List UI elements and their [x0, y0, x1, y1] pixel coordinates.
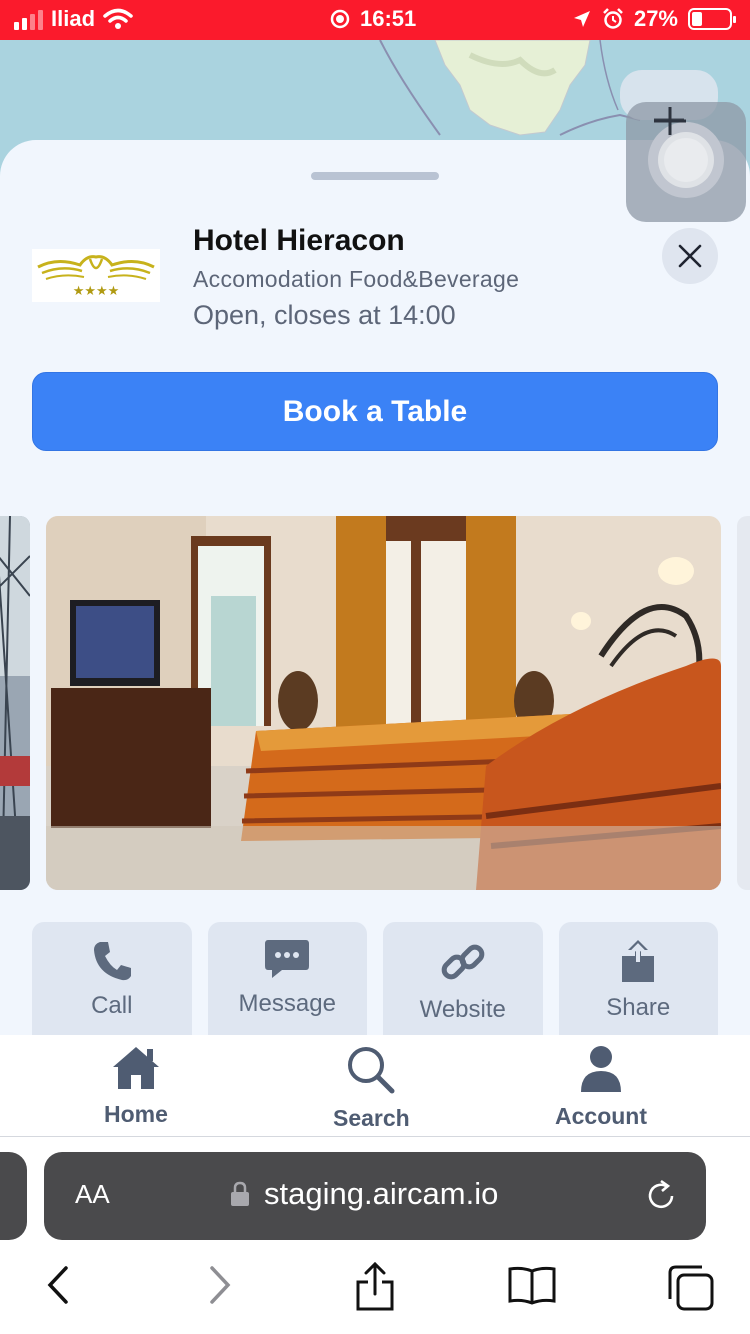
clock: 16:51 [360, 6, 417, 31]
search-icon [348, 1047, 395, 1094]
place-categories: Accomodation Food&Beverage [193, 266, 520, 292]
battery-fill [692, 12, 702, 26]
tab-search-label: Search [333, 1105, 410, 1131]
status-center: 16:51 [330, 6, 416, 32]
hotel-logo: ★★★★ [32, 249, 160, 302]
tab-account[interactable]: Account [555, 1045, 647, 1130]
action-buttons: Call Message Website Share [32, 922, 718, 1038]
carousel-photo-hotel-room[interactable] [46, 516, 721, 890]
account-icon [581, 1046, 621, 1092]
status-left: Iliad [14, 6, 133, 32]
call-label: Call [91, 992, 133, 1019]
home-icon [112, 1047, 159, 1089]
address-bar[interactable]: AA staging.aircam.io [44, 1152, 706, 1240]
website-button[interactable]: Website [383, 922, 543, 1038]
wifi-icon [103, 8, 133, 29]
carousel-next-photo[interactable] [737, 516, 750, 890]
website-label: Website [419, 996, 506, 1023]
tabs-icon[interactable] [666, 1265, 714, 1311]
close-icon [678, 244, 702, 268]
signal-icon [14, 8, 43, 30]
safari-toolbar: AA staging.aircam.io [0, 1137, 750, 1334]
url-display[interactable]: staging.aircam.io [230, 1176, 498, 1212]
link-icon [441, 944, 485, 980]
carrier-name: Iliad [51, 6, 96, 31]
screen-recording-icon [330, 9, 350, 29]
status-right: 27% [572, 6, 736, 32]
share-icon [622, 940, 655, 982]
tab-account-label: Account [555, 1103, 647, 1129]
tab-home[interactable]: Home [104, 1045, 168, 1128]
tab-home-label: Home [104, 1101, 168, 1127]
url-text: staging.aircam.io [264, 1176, 499, 1211]
svg-text:★★★★: ★★★★ [73, 284, 120, 299]
place-details-sheet: ★★★★ Hotel Hieracon Accomodation Food&Be… [0, 140, 750, 1040]
status-bar: Iliad 16:51 27% [0, 0, 750, 40]
alarm-icon [603, 8, 623, 29]
back-icon[interactable] [44, 1265, 74, 1305]
text-size-label: AA [75, 1179, 110, 1209]
previous-tab-peek[interactable] [0, 1152, 27, 1240]
text-size-button[interactable]: AA [75, 1179, 110, 1210]
screen: Iliad 16:51 27% ★★★★ Hotel Hieracon Acco… [0, 0, 750, 1334]
close-button[interactable] [662, 228, 718, 284]
lock-icon [231, 1181, 249, 1206]
tab-search[interactable]: Search [333, 1045, 410, 1132]
call-button[interactable]: Call [32, 922, 192, 1038]
message-button[interactable]: Message [207, 922, 367, 1038]
book-table-button[interactable]: Book a Table [32, 372, 718, 451]
bottom-tab-bar: Home Search Account [0, 1035, 750, 1137]
opening-hours: Open, closes at 14:00 [193, 300, 456, 330]
sheet-grabber[interactable] [311, 172, 439, 180]
location-icon [573, 11, 590, 27]
carousel-previous-photo[interactable] [0, 516, 30, 890]
bookmarks-icon[interactable] [507, 1265, 557, 1305]
message-icon [265, 940, 310, 978]
hotel-room-photo [46, 516, 721, 890]
share-sheet-icon[interactable] [355, 1262, 395, 1312]
battery-percent: 27% [633, 6, 678, 31]
forward-icon[interactable] [204, 1265, 234, 1305]
place-title: Hotel Hieracon [193, 224, 405, 257]
share-button[interactable]: Share [558, 922, 718, 1038]
plus-icon [654, 107, 686, 135]
message-label: Message [238, 990, 336, 1017]
phone-icon [93, 942, 131, 981]
battery-icon [688, 8, 736, 30]
share-label: Share [606, 994, 671, 1021]
reload-icon[interactable] [644, 1178, 678, 1214]
